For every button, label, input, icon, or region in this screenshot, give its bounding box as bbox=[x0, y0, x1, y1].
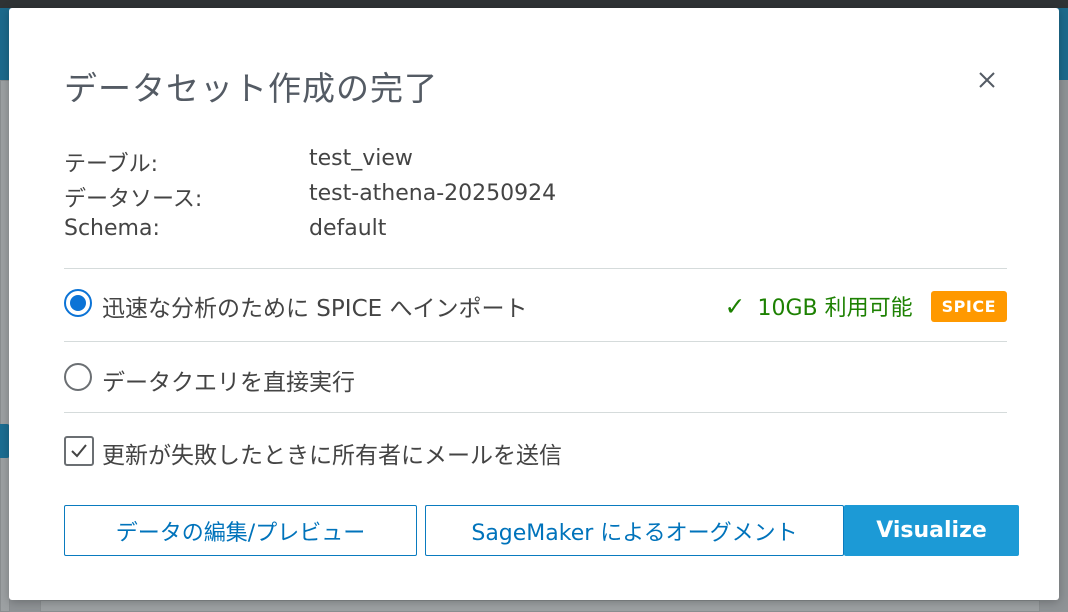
direct-query-label: データクエリを直接実行 bbox=[102, 370, 355, 396]
table-label: テーブル: bbox=[64, 152, 159, 177]
background-panel-bottom bbox=[40, 600, 1040, 612]
schema-value: default bbox=[309, 216, 387, 241]
close-button[interactable] bbox=[975, 68, 999, 92]
dialog-title: データセット作成の完了 bbox=[64, 69, 438, 108]
datasource-label: データソース: bbox=[64, 187, 203, 212]
direct-query-option[interactable]: データクエリを直接実行 bbox=[64, 357, 1007, 397]
check-icon: ✓ bbox=[724, 291, 746, 321]
divider bbox=[64, 412, 1007, 413]
notify-owner-label: 更新が失敗したときに所有者にメールを送信 bbox=[102, 443, 562, 469]
visualize-button[interactable]: Visualize bbox=[844, 505, 1019, 556]
schema-label: Schema: bbox=[64, 216, 160, 241]
capacity-text: 10GB 利用可能 bbox=[757, 296, 913, 321]
close-icon bbox=[979, 72, 995, 88]
notify-owner-option[interactable]: 更新が失敗したときに所有者にメールを送信 bbox=[64, 432, 1007, 472]
datasource-value: test-athena-20250924 bbox=[309, 181, 557, 206]
notify-owner-checkbox[interactable] bbox=[64, 436, 94, 466]
spice-capacity: ✓ 10GB 利用可能 SPICE bbox=[725, 290, 1007, 322]
dataset-complete-dialog: データセット作成の完了 テーブル: test_view データソース: test… bbox=[9, 8, 1059, 600]
edit-preview-button[interactable]: データの編集/プレビュー bbox=[64, 505, 417, 556]
spice-import-radio[interactable] bbox=[64, 289, 92, 317]
checkmark-icon bbox=[71, 444, 87, 458]
divider bbox=[64, 341, 1007, 342]
table-value: test_view bbox=[309, 146, 413, 171]
direct-query-radio[interactable] bbox=[64, 363, 92, 391]
spice-badge: SPICE bbox=[930, 290, 1007, 322]
divider bbox=[64, 268, 1007, 269]
spice-import-option[interactable]: 迅速な分析のために SPICE へインポート ✓ 10GB 利用可能 SPICE bbox=[64, 283, 1007, 323]
spice-import-label: 迅速な分析のために SPICE へインポート bbox=[102, 296, 528, 322]
app-top-bar bbox=[0, 0, 1068, 8]
sagemaker-augment-button[interactable]: SageMaker によるオーグメント bbox=[425, 505, 844, 556]
